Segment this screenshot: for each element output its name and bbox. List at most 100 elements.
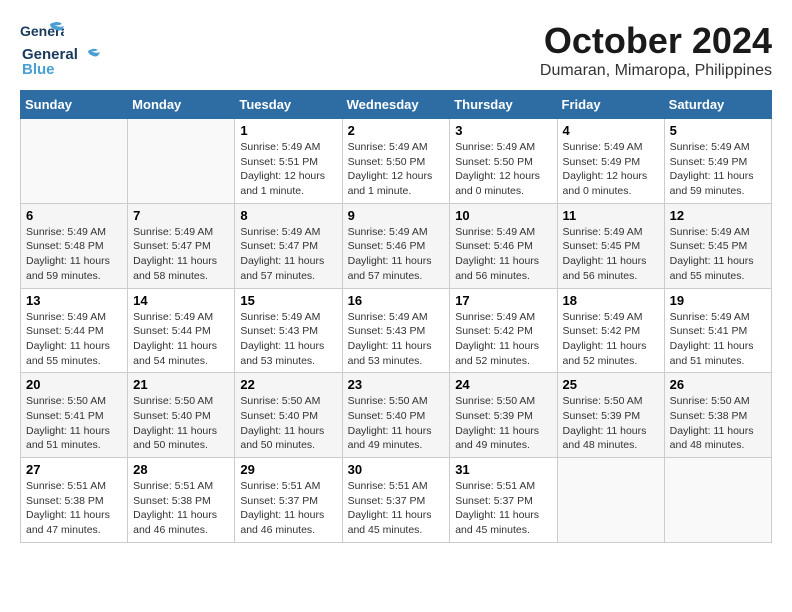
calendar-cell: 18Sunrise: 5:49 AMSunset: 5:42 PMDayligh… [557,288,664,373]
calendar-cell: 23 Sunrise: 5:50 AMSunset: 5:40 PMDayligh… [342,373,450,458]
day-number: 20 [26,377,122,392]
day-info: Sunrise: 5:50 AMSunset: 5:38 PMDaylight:… [670,394,766,453]
day-number: 1 [240,123,336,138]
weekday-header-sunday: Sunday [21,91,128,119]
weekday-header-tuesday: Tuesday [235,91,342,119]
logo: General General Blue [20,20,100,79]
calendar-cell: 28 Sunrise: 5:51 AMSunset: 5:38 PMDayligh… [128,458,235,543]
location-subtitle: Dumaran, Mimaropa, Philippines [540,62,772,80]
calendar-cell: 31 Sunrise: 5:51 AMSunset: 5:37 PMDayligh… [450,458,557,543]
month-year-title: October 2024 [540,20,772,62]
day-number: 21 [133,377,229,392]
day-number: 9 [348,208,445,223]
day-number: 23 [348,377,445,392]
calendar-cell: 24Sunrise: 5:50 AMSunset: 5:39 PMDayligh… [450,373,557,458]
weekday-header-friday: Friday [557,91,664,119]
calendar-week-row: 13 Sunrise: 5:49 AMSunset: 5:44 PMDayligh… [21,288,772,373]
day-info: Sunrise: 5:49 AMSunset: 5:51 PMDaylight:… [240,140,336,199]
day-info: Sunrise: 5:51 AMSunset: 5:38 PMDaylight:… [26,479,122,538]
title-section: October 2024 Dumaran, Mimaropa, Philippi… [540,20,772,80]
day-info: Sunrise: 5:49 AMSunset: 5:43 PMDaylight:… [348,310,445,369]
calendar-cell: 3 Sunrise: 5:49 AMSunset: 5:50 PMDaylight… [450,119,557,204]
day-info: Sunrise: 5:49 AMSunset: 5:44 PMDaylight:… [26,310,122,369]
day-number: 6 [26,208,122,223]
weekday-header-monday: Monday [128,91,235,119]
calendar-cell: 16 Sunrise: 5:49 AMSunset: 5:43 PMDayligh… [342,288,450,373]
calendar-cell: 1 Sunrise: 5:49 AMSunset: 5:51 PMDaylight… [235,119,342,204]
calendar-week-row: 6 Sunrise: 5:49 AMSunset: 5:48 PMDaylight… [21,203,772,288]
day-info: Sunrise: 5:51 AMSunset: 5:37 PMDaylight:… [348,479,445,538]
calendar-cell: 11Sunrise: 5:49 AMSunset: 5:45 PMDayligh… [557,203,664,288]
calendar-cell: 17 Sunrise: 5:49 AMSunset: 5:42 PMDayligh… [450,288,557,373]
day-number: 15 [240,293,336,308]
day-info: Sunrise: 5:49 AMSunset: 5:44 PMDaylight:… [133,310,229,369]
day-info: Sunrise: 5:51 AMSunset: 5:38 PMDaylight:… [133,479,229,538]
day-number: 5 [670,123,766,138]
calendar-cell: 4 Sunrise: 5:49 AMSunset: 5:49 PMDaylight… [557,119,664,204]
calendar-cell: 8 Sunrise: 5:49 AMSunset: 5:47 PMDaylight… [235,203,342,288]
day-number: 7 [133,208,229,223]
day-number: 3 [455,123,551,138]
day-number: 14 [133,293,229,308]
calendar-cell: 10Sunrise: 5:49 AMSunset: 5:46 PMDayligh… [450,203,557,288]
day-info: Sunrise: 5:49 AMSunset: 5:47 PMDaylight:… [133,225,229,284]
calendar-cell: 15 Sunrise: 5:49 AMSunset: 5:43 PMDayligh… [235,288,342,373]
day-info: Sunrise: 5:49 AMSunset: 5:50 PMDaylight:… [455,140,551,199]
weekday-header-thursday: Thursday [450,91,557,119]
day-number: 18 [563,293,659,308]
day-info: Sunrise: 5:50 AMSunset: 5:40 PMDaylight:… [240,394,336,453]
calendar-cell: 27 Sunrise: 5:51 AMSunset: 5:38 PMDayligh… [21,458,128,543]
day-number: 31 [455,462,551,477]
day-info: Sunrise: 5:50 AMSunset: 5:39 PMDaylight:… [563,394,659,453]
calendar-cell: 30Sunrise: 5:51 AMSunset: 5:37 PMDayligh… [342,458,450,543]
day-info: Sunrise: 5:49 AMSunset: 5:50 PMDaylight:… [348,140,445,199]
day-number: 26 [670,377,766,392]
day-info: Sunrise: 5:51 AMSunset: 5:37 PMDaylight:… [240,479,336,538]
calendar-cell: 13 Sunrise: 5:49 AMSunset: 5:44 PMDayligh… [21,288,128,373]
calendar-cell: 29 Sunrise: 5:51 AMSunset: 5:37 PMDayligh… [235,458,342,543]
svg-text:General: General [20,23,64,39]
day-number: 2 [348,123,445,138]
calendar-week-row: 1 Sunrise: 5:49 AMSunset: 5:51 PMDaylight… [21,119,772,204]
calendar-cell: 12Sunrise: 5:49 AMSunset: 5:45 PMDayligh… [664,203,771,288]
calendar-cell: 22 Sunrise: 5:50 AMSunset: 5:40 PMDayligh… [235,373,342,458]
day-info: Sunrise: 5:50 AMSunset: 5:41 PMDaylight:… [26,394,122,453]
day-info: Sunrise: 5:50 AMSunset: 5:40 PMDaylight:… [133,394,229,453]
calendar-week-row: 20 Sunrise: 5:50 AMSunset: 5:41 PMDayligh… [21,373,772,458]
weekday-header-wednesday: Wednesday [342,91,450,119]
day-info: Sunrise: 5:49 AMSunset: 5:49 PMDaylight:… [670,140,766,199]
calendar-cell [128,119,235,204]
calendar-cell: 26 Sunrise: 5:50 AMSunset: 5:38 PMDayligh… [664,373,771,458]
calendar-week-row: 27 Sunrise: 5:51 AMSunset: 5:38 PMDayligh… [21,458,772,543]
day-number: 16 [348,293,445,308]
calendar-cell [557,458,664,543]
day-info: Sunrise: 5:49 AMSunset: 5:42 PMDaylight:… [455,310,551,369]
day-number: 27 [26,462,122,477]
calendar-cell: 9Sunrise: 5:49 AMSunset: 5:46 PMDaylight… [342,203,450,288]
calendar-cell: 14 Sunrise: 5:49 AMSunset: 5:44 PMDayligh… [128,288,235,373]
day-info: Sunrise: 5:51 AMSunset: 5:37 PMDaylight:… [455,479,551,538]
page-header: General General Blue October 2024 Dumara… [20,20,772,80]
day-number: 25 [563,377,659,392]
calendar-cell [664,458,771,543]
day-number: 10 [455,208,551,223]
day-number: 28 [133,462,229,477]
calendar-table: SundayMondayTuesdayWednesdayThursdayFrid… [20,90,772,543]
calendar-cell: 21 Sunrise: 5:50 AMSunset: 5:40 PMDayligh… [128,373,235,458]
calendar-cell: 20 Sunrise: 5:50 AMSunset: 5:41 PMDayligh… [21,373,128,458]
day-number: 4 [563,123,659,138]
day-number: 22 [240,377,336,392]
day-number: 8 [240,208,336,223]
day-number: 13 [26,293,122,308]
day-info: Sunrise: 5:49 AMSunset: 5:49 PMDaylight:… [563,140,659,199]
day-number: 17 [455,293,551,308]
day-number: 29 [240,462,336,477]
day-info: Sunrise: 5:49 AMSunset: 5:48 PMDaylight:… [26,225,122,284]
day-number: 11 [563,208,659,223]
day-number: 12 [670,208,766,223]
day-info: Sunrise: 5:50 AMSunset: 5:40 PMDaylight:… [348,394,445,453]
calendar-cell: 6 Sunrise: 5:49 AMSunset: 5:48 PMDaylight… [21,203,128,288]
day-info: Sunrise: 5:49 AMSunset: 5:43 PMDaylight:… [240,310,336,369]
day-info: Sunrise: 5:49 AMSunset: 5:47 PMDaylight:… [240,225,336,284]
day-info: Sunrise: 5:50 AMSunset: 5:39 PMDaylight:… [455,394,551,453]
